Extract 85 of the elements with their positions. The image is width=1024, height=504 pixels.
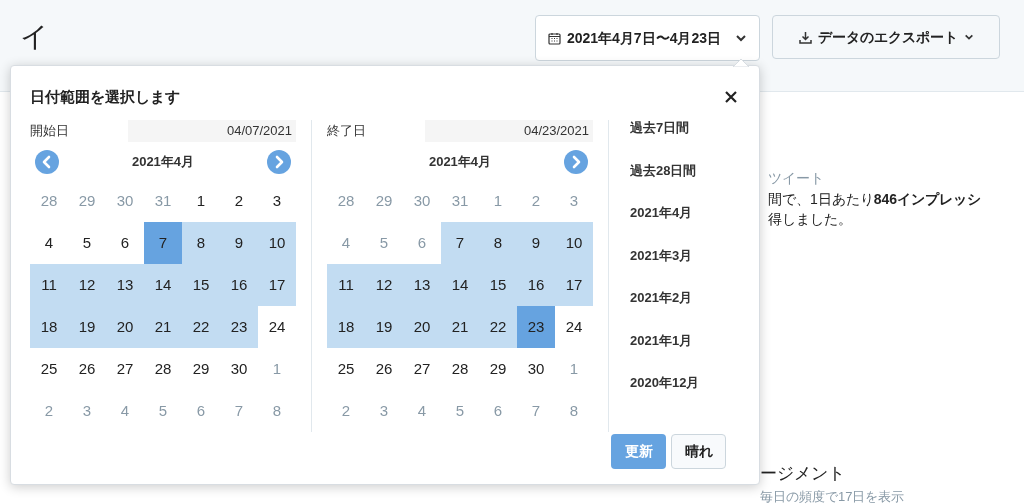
calendar-day[interactable]: 14 (441, 264, 479, 306)
summary-text: 間で、1日あたり846インプレッシ (768, 190, 982, 209)
section-title: ージメント (760, 463, 846, 485)
summary-text: 得しました。 (768, 210, 853, 229)
calendar-day[interactable]: 10 (555, 222, 593, 264)
calendar-day[interactable]: 28 (441, 348, 479, 390)
calendar-day[interactable]: 6 (106, 222, 144, 264)
month-heading: 2021年4月 (131, 153, 195, 172)
section-note: 毎日の頻度で17日を表示 (760, 487, 905, 504)
calendar-day[interactable]: 23 (517, 306, 555, 348)
calendar-day[interactable]: 16 (220, 264, 258, 306)
calendar-day[interactable]: 28 (144, 348, 182, 390)
calendar-day[interactable]: 8 (479, 222, 517, 264)
calendar-day[interactable]: 27 (106, 348, 144, 390)
date-range-button[interactable]: 2021年4月7日〜4月23日 (534, 15, 760, 61)
preset-option[interactable]: 2021年4月 (630, 203, 700, 248)
download-icon (798, 30, 812, 44)
calendar-day[interactable]: 18 (327, 306, 365, 348)
previous-month-button[interactable] (35, 150, 59, 174)
calendar-day[interactable]: 22 (182, 306, 220, 348)
calendar-day[interactable]: 4 (30, 222, 68, 264)
next-month-button[interactable] (564, 150, 588, 174)
month-heading: 2021年4月 (428, 153, 492, 172)
calendar-day[interactable]: 8 (182, 222, 220, 264)
caret-icon (735, 34, 747, 42)
calendar-day[interactable]: 24 (258, 306, 296, 348)
calendar-day[interactable]: 29 (479, 348, 517, 390)
calendar-day[interactable]: 27 (403, 348, 441, 390)
preset-option[interactable]: 2021年2月 (630, 288, 700, 333)
popup-title: 日付範囲を選択します (30, 86, 180, 107)
calendar-day[interactable]: 19 (68, 306, 106, 348)
preset-option[interactable]: 過去7日間 (630, 118, 700, 163)
calendar-day[interactable]: 23 (220, 306, 258, 348)
calendar-day[interactable]: 26 (365, 348, 403, 390)
calendar-day[interactable]: 18 (30, 306, 68, 348)
calendar-day[interactable]: 22 (479, 306, 517, 348)
calendar-day[interactable]: 13 (403, 264, 441, 306)
calendar-day[interactable]: 11 (30, 264, 68, 306)
calendar-day[interactable]: 20 (106, 306, 144, 348)
date-input-field[interactable]: 04/07/2021 (128, 120, 296, 142)
preset-option[interactable]: 2021年1月 (630, 330, 700, 375)
caret-icon (963, 33, 974, 41)
calendar-day[interactable]: 11 (327, 264, 365, 306)
calendar-icon (547, 31, 561, 45)
calendar-day[interactable]: 7 (441, 222, 479, 264)
calendar-day[interactable]: 3 (258, 180, 296, 222)
calendar-day[interactable]: 29 (182, 348, 220, 390)
calendar-day[interactable]: 20 (403, 306, 441, 348)
preset-option[interactable]: 2021年3月 (630, 245, 700, 290)
calendar-day[interactable]: 10 (258, 222, 296, 264)
calendar-day[interactable]: 30 (517, 348, 555, 390)
calendar-day[interactable]: 9 (220, 222, 258, 264)
calendar-day[interactable]: 7 (144, 222, 182, 264)
section-label: ツイート (768, 169, 825, 188)
calendar-day[interactable]: 19 (365, 306, 403, 348)
calendar-day[interactable]: 17 (258, 264, 296, 306)
calendar-day[interactable]: 14 (144, 264, 182, 306)
calendar-day[interactable]: 24 (555, 306, 593, 348)
calendar-day[interactable]: 15 (182, 264, 220, 306)
calendar-day[interactable]: 12 (365, 264, 403, 306)
date-input-field[interactable]: 04/23/2021 (425, 120, 593, 142)
calendar-day[interactable]: 5 (68, 222, 106, 264)
calendar-day[interactable]: 26 (68, 348, 106, 390)
calendar-day[interactable]: 2 (220, 180, 258, 222)
page-title: イ (20, 20, 49, 54)
calendar-day[interactable]: 9 (517, 222, 555, 264)
calendar-day[interactable]: 21 (144, 306, 182, 348)
field-label: 終了日 (327, 122, 367, 141)
preset-option[interactable]: 過去28日間 (630, 160, 700, 205)
calendar-day[interactable]: 13 (106, 264, 144, 306)
export-button[interactable]: データのエクスポート (772, 15, 1000, 59)
calendar-day[interactable]: 25 (327, 348, 365, 390)
calendar-day[interactable]: 15 (479, 264, 517, 306)
calendar-day[interactable]: 16 (517, 264, 555, 306)
calendar-day[interactable]: 25 (30, 348, 68, 390)
calendar-day[interactable]: 1 (182, 180, 220, 222)
calendar-day[interactable]: 30 (220, 348, 258, 390)
next-month-button[interactable] (267, 150, 291, 174)
close-button[interactable] (724, 89, 740, 105)
clear-button[interactable]: 晴れ (671, 434, 726, 469)
preset-option[interactable]: 2020年12月 (630, 373, 700, 418)
calendar-day[interactable]: 21 (441, 306, 479, 348)
calendar-day[interactable]: 12 (68, 264, 106, 306)
field-label: 開始日 (30, 122, 70, 141)
calendar-day[interactable]: 17 (555, 264, 593, 306)
